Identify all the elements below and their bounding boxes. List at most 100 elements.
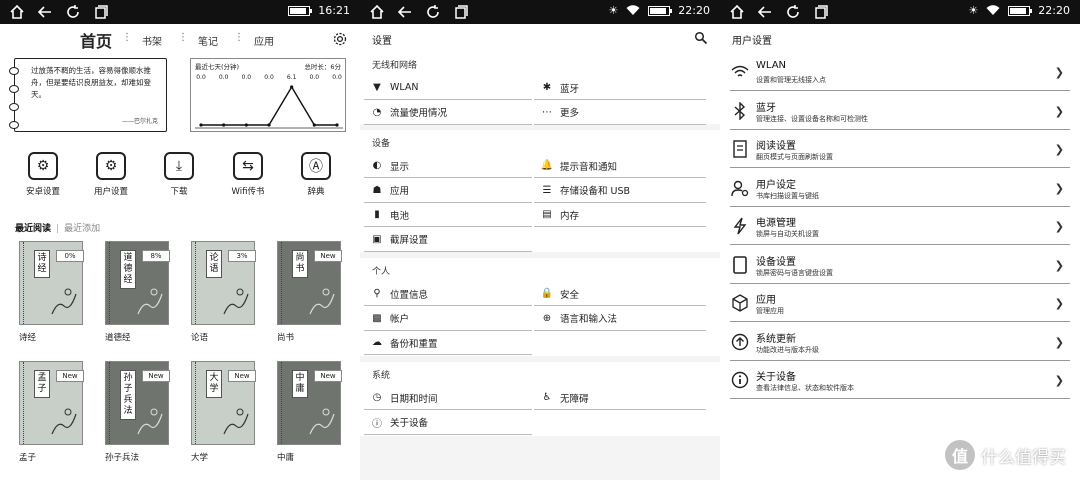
settings-item[interactable]: ☰ 存储设备和 USB	[534, 179, 706, 203]
settings-item[interactable]: ☁ 备份和重置	[364, 331, 532, 355]
wifi-transfer-shortcut[interactable]: ⇆ Wifi传书	[218, 152, 278, 197]
book-title[interactable]: 诗经	[19, 331, 36, 343]
settings-item[interactable]: ⓘ 关于设备	[364, 411, 532, 435]
user-settings-item[interactable]: WLAN 设置和管理无线接入点 ❯	[730, 53, 1070, 91]
settings-item[interactable]: ▮ 电池	[364, 203, 532, 227]
user-settings-item[interactable]: 用户设定 书库扫描设置与键纸 ❯	[730, 169, 1070, 207]
book-title[interactable]: 道德经	[105, 331, 131, 343]
book-title[interactable]: 孟子	[19, 451, 36, 463]
recents-nav-icon[interactable]	[92, 3, 110, 21]
wifi-icon	[730, 62, 750, 82]
chart-point	[199, 123, 203, 127]
settings-section: 系统 ◷ 日期和时间 ♿ 无障碍 ⓘ 关于设备	[360, 362, 720, 436]
settings-item[interactable]: ▼ WLAN	[364, 76, 532, 100]
tab-apps[interactable]: 应用	[254, 33, 274, 48]
tab-recent-read[interactable]: 最近阅读	[15, 224, 51, 234]
settings-item[interactable]: ☗ 应用	[364, 179, 532, 203]
book-cover-title: 道德经	[120, 250, 136, 289]
book-cover[interactable]: 道德经 8%	[105, 241, 170, 325]
chart-series-line	[201, 85, 337, 126]
book-cover[interactable]: 孙子兵法 New	[105, 361, 170, 445]
ink-painting-illustration	[137, 288, 163, 315]
settings-item-label: 位置信息	[390, 289, 429, 301]
recents-nav-icon[interactable]	[812, 3, 830, 21]
brightness-icon: ☀	[608, 4, 619, 17]
chart-point	[290, 85, 294, 89]
dictionary-shortcut[interactable]: Ⓐ 辞典	[286, 152, 346, 197]
item-title: 应用	[756, 295, 776, 306]
settings-item[interactable]: ◐ 显示	[364, 154, 532, 178]
book-cover[interactable]: 中庸 New	[277, 361, 342, 445]
refresh-nav-icon[interactable]	[784, 3, 802, 21]
tab-notes[interactable]: 笔记	[198, 33, 218, 48]
book-spine	[195, 242, 197, 324]
item-title: 系统更新	[756, 333, 796, 345]
book-title[interactable]: 尚书	[277, 331, 294, 343]
settings-screen: ☀ 22:20 设置 无线和网络 ▼ WLAN ✱ 蓝牙 ◔ 流量使用情况 ⋯ 更多 设备 ◐ 显示 🔔…	[360, 0, 720, 480]
book-title[interactable]: 大学	[191, 451, 208, 463]
item-title: 关于设备	[756, 372, 796, 383]
tab-bookshelf[interactable]: 书架	[142, 33, 162, 48]
settings-item[interactable]: ◷ 日期和时间	[364, 386, 532, 410]
recents-nav-icon[interactable]	[452, 3, 470, 21]
settings-item[interactable]: ▩ 帐户	[364, 307, 532, 331]
settings-item[interactable]: ♿ 无障碍	[534, 386, 706, 410]
settings-item[interactable]: ✱ 蓝牙	[534, 76, 706, 100]
user-settings-item[interactable]: 关于设备 查看法律信息、状态和软件版本 ❯	[730, 361, 1070, 399]
reading-icon	[730, 139, 750, 159]
book-cover[interactable]: 尚书 New	[277, 241, 342, 325]
more-icon: ⋯	[542, 106, 552, 118]
book-title[interactable]: 中庸	[277, 451, 294, 463]
book-cover[interactable]: 大学 New	[191, 361, 256, 445]
user-settings-shortcut[interactable]: ⚙ 用户设置	[81, 152, 141, 197]
book-title[interactable]: 孙子兵法	[105, 451, 139, 463]
refresh-nav-icon[interactable]	[64, 3, 82, 21]
info-icon	[730, 370, 750, 390]
settings-item[interactable]: ▣ 截屏设置	[364, 228, 532, 252]
settings-item-label: 电池	[390, 210, 410, 222]
home-nav-icon[interactable]	[368, 3, 386, 21]
back-nav-icon[interactable]	[396, 3, 414, 21]
battery-icon	[648, 5, 673, 16]
search-icon[interactable]	[694, 31, 708, 45]
user-settings-item[interactable]: 系统更新 功能改进与版本升级 ❯	[730, 323, 1070, 361]
chevron-right-icon: ❯	[1054, 374, 1064, 387]
book-title[interactable]: 论语	[191, 331, 208, 343]
home-nav-icon[interactable]	[728, 3, 746, 21]
settings-item[interactable]: 🔔 提示音和通知	[534, 154, 706, 178]
chart-value-label: 0.0	[332, 74, 342, 81]
tab-recent-added[interactable]: 最近添加	[64, 224, 100, 234]
book-cover-title: 中庸	[292, 370, 308, 398]
back-nav-icon[interactable]	[36, 3, 54, 21]
battery-icon	[288, 5, 313, 16]
ink-painting-illustration	[309, 288, 335, 315]
item-subtitle: 锁屏密码与语言键盘设置	[756, 268, 833, 277]
book-cover[interactable]: 诗经 0%	[19, 241, 84, 325]
user-settings-item[interactable]: 电源管理 锁屏与自动关机设置 ❯	[730, 207, 1070, 245]
settings-item[interactable]: 🔒 安全	[534, 282, 706, 306]
gear-icon[interactable]	[332, 31, 348, 47]
refresh-nav-icon[interactable]	[424, 3, 442, 21]
download-shortcut[interactable]: ⤓ 下载	[149, 152, 209, 197]
settings-item[interactable]: ▤ 内存	[534, 203, 706, 227]
settings-item[interactable]: ⚲ 位置信息	[364, 282, 532, 306]
user-settings-item[interactable]: 蓝牙 管理连接、设置设备名称和可检测性 ❯	[730, 92, 1070, 130]
book-spine	[195, 362, 197, 444]
settings-item[interactable]: ⊕ 语言和输入法	[534, 307, 706, 331]
user-settings-item[interactable]: 应用 管理应用 ❯	[730, 284, 1070, 322]
wifi-icon	[986, 5, 1000, 16]
settings-item[interactable]: ◔ 流量使用情况	[364, 101, 532, 125]
home-nav-icon[interactable]	[8, 3, 26, 21]
back-nav-icon[interactable]	[756, 3, 774, 21]
watermark-text: 什么值得买	[981, 447, 1066, 468]
section-header: 个人	[372, 267, 391, 277]
book-cover[interactable]: 论语 3%	[191, 241, 256, 325]
app-label: 下载	[170, 187, 188, 197]
stats-label: 最近七天(分钟)	[195, 63, 240, 71]
settings-item[interactable]: ⋯ 更多	[534, 101, 706, 125]
settings-item-label: 更多	[560, 108, 580, 119]
android-settings-shortcut[interactable]: ⚙ 安卓设置	[13, 152, 73, 197]
book-cover[interactable]: 孟子 New	[19, 361, 84, 445]
user-settings-item[interactable]: 阅读设置 翻页模式与页面刷新设置 ❯	[730, 130, 1070, 168]
user-settings-item[interactable]: 设备设置 锁屏密码与语言键盘设置 ❯	[730, 246, 1070, 284]
